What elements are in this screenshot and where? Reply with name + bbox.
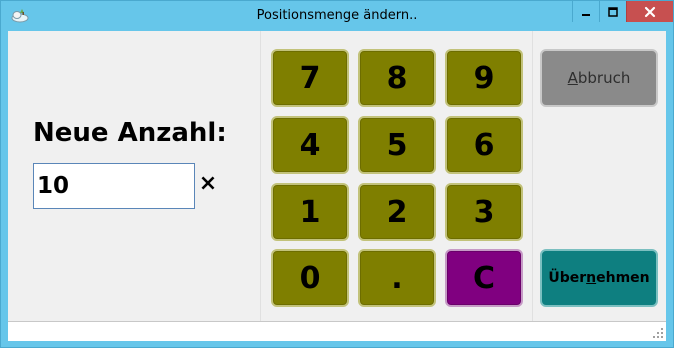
key-0[interactable]: 0 bbox=[271, 249, 349, 307]
apply-label-end: ehmen bbox=[596, 270, 650, 286]
key-9[interactable]: 9 bbox=[445, 49, 523, 107]
quantity-label: Neue Anzahl: bbox=[33, 118, 227, 148]
key-8[interactable]: 8 bbox=[358, 49, 436, 107]
maximize-icon bbox=[608, 6, 618, 17]
key-7[interactable]: 7 bbox=[271, 49, 349, 107]
key-2[interactable]: 2 bbox=[358, 183, 436, 241]
key-clear[interactable]: C bbox=[445, 249, 523, 307]
cancel-button[interactable]: Abbruch bbox=[540, 49, 658, 107]
close-icon bbox=[644, 6, 656, 17]
cancel-mnemonic: A bbox=[567, 69, 578, 87]
key-decimal-point[interactable]: . bbox=[358, 249, 436, 307]
apply-label-start: Über bbox=[548, 270, 587, 286]
title-bar[interactable]: Positionsmenge ändern.. bbox=[1, 1, 673, 31]
apply-button[interactable]: Über n ehmen bbox=[540, 249, 658, 307]
quantity-input[interactable] bbox=[33, 163, 195, 209]
close-button[interactable] bbox=[626, 1, 673, 22]
key-5[interactable]: 5 bbox=[358, 116, 436, 174]
dialog-client-area: Neue Anzahl: × 7 8 9 4 5 6 1 2 3 0 . C A… bbox=[8, 31, 666, 341]
key-1[interactable]: 1 bbox=[271, 183, 349, 241]
minimize-icon bbox=[582, 13, 590, 16]
key-3[interactable]: 3 bbox=[445, 183, 523, 241]
dialog-window: Positionsmenge ändern.. Neue Anzahl: × 7… bbox=[0, 0, 674, 348]
status-bar bbox=[8, 321, 666, 341]
minimize-button[interactable] bbox=[572, 1, 599, 22]
apply-mnemonic: n bbox=[586, 270, 597, 286]
key-4[interactable]: 4 bbox=[271, 116, 349, 174]
clear-input-button[interactable]: × bbox=[198, 171, 218, 197]
key-6[interactable]: 6 bbox=[445, 116, 523, 174]
caption-buttons bbox=[572, 1, 673, 23]
maximize-button[interactable] bbox=[599, 1, 626, 22]
actions-panel: Abbruch Über n ehmen bbox=[533, 31, 666, 321]
cancel-label: bbruch bbox=[577, 69, 631, 87]
resize-grip-icon[interactable] bbox=[652, 327, 664, 339]
quantity-panel: Neue Anzahl: × bbox=[8, 31, 260, 321]
numeric-keypad: 7 8 9 4 5 6 1 2 3 0 . C bbox=[261, 31, 532, 321]
